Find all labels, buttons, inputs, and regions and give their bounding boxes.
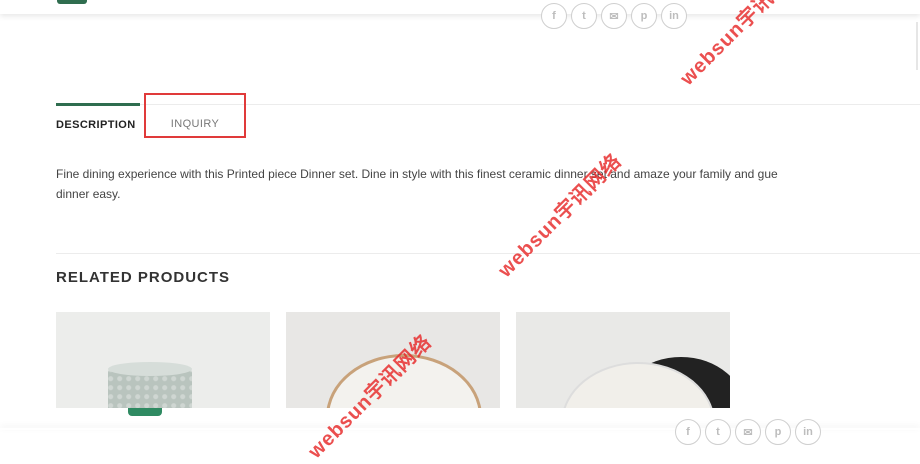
email-icon[interactable]: ✉ — [735, 419, 761, 445]
cup-rim — [108, 362, 192, 376]
description-line-2: dinner easy. — [56, 187, 121, 201]
scroll-edge — [916, 22, 918, 70]
linkedin-icon[interactable]: in — [661, 3, 687, 29]
tab-inquiry[interactable]: INQUIRY — [144, 93, 246, 138]
twitter-icon[interactable]: t — [705, 419, 731, 445]
header-bar — [0, 0, 920, 14]
logo[interactable] — [57, 0, 87, 4]
related-product-1[interactable] — [56, 312, 270, 408]
related-divider — [56, 253, 920, 254]
description-line-1: Fine dining experience with this Printed… — [56, 167, 778, 181]
tab-description[interactable]: DESCRIPTION — [56, 103, 140, 139]
related-products-title: RELATED PRODUCTS — [56, 269, 231, 286]
related-product-3[interactable] — [516, 312, 730, 408]
pinterest-icon[interactable]: p — [765, 419, 791, 445]
product-badge — [128, 408, 162, 416]
twitter-icon[interactable]: t — [571, 3, 597, 29]
pinterest-icon[interactable]: p — [631, 3, 657, 29]
share-icons-bottom: f t ✉ p in — [675, 419, 821, 445]
product-description: Fine dining experience with this Printed… — [56, 164, 920, 204]
email-icon[interactable]: ✉ — [601, 3, 627, 29]
facebook-icon[interactable]: f — [541, 3, 567, 29]
linkedin-icon[interactable]: in — [795, 419, 821, 445]
facebook-icon[interactable]: f — [675, 419, 701, 445]
share-icons-top: f t ✉ p in — [541, 3, 687, 29]
